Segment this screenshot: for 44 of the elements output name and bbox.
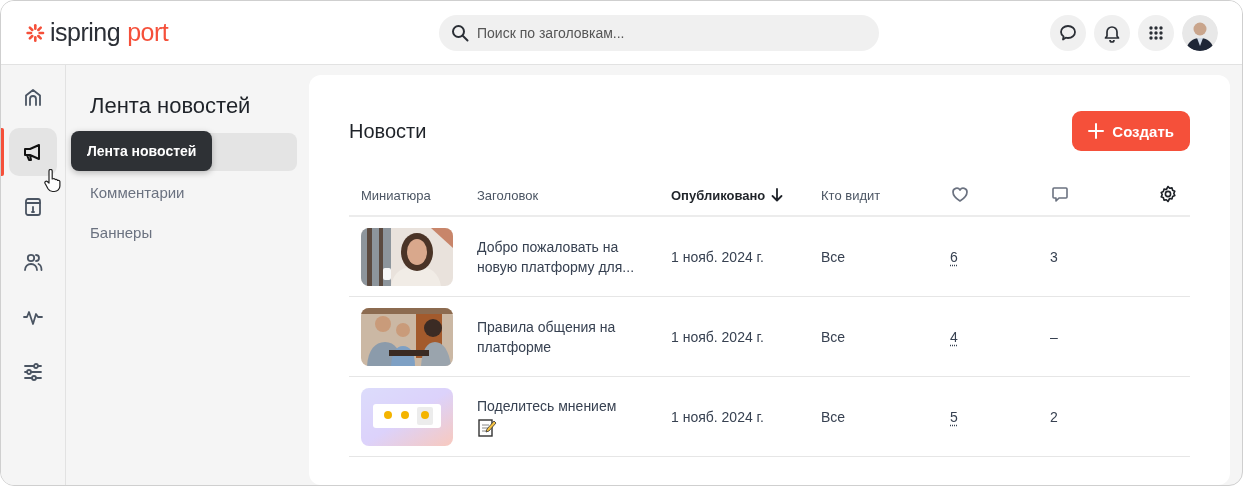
avatar[interactable] bbox=[1182, 14, 1218, 51]
audience-cell: Все bbox=[809, 216, 938, 297]
news-title[interactable]: Поделитесь мнением bbox=[477, 395, 647, 416]
info-icon bbox=[22, 196, 44, 218]
audience-cell: Все bbox=[809, 376, 938, 457]
column-header[interactable]: Кто видит bbox=[821, 187, 881, 203]
hand-cursor-icon bbox=[43, 169, 63, 193]
likes-count[interactable]: 6 bbox=[950, 248, 958, 265]
date-cell: 1 нояб. 2024 г. bbox=[659, 376, 809, 457]
column-header[interactable]: Заголовок bbox=[477, 187, 539, 203]
nav-button[interactable] bbox=[9, 128, 57, 176]
tooltip: Лента новостей bbox=[71, 131, 213, 171]
logo-icon bbox=[25, 22, 45, 43]
date-cell: 1 нояб. 2024 г. bbox=[659, 296, 809, 377]
likes-count[interactable]: 4 bbox=[950, 328, 958, 345]
sidebar-item[interactable]: Баннеры bbox=[74, 213, 297, 251]
chat-button[interactable] bbox=[1050, 14, 1086, 51]
search-field[interactable]: Поиск по заголовкам... bbox=[439, 14, 879, 51]
sort-arrow-icon[interactable] bbox=[771, 188, 784, 202]
column-header[interactable]: Опубликовано bbox=[671, 187, 766, 203]
comments-count: 2 bbox=[1038, 376, 1138, 457]
comments-count: 3 bbox=[1038, 216, 1138, 297]
active-indicator bbox=[1, 128, 4, 176]
chat-icon bbox=[1058, 22, 1078, 43]
home-icon bbox=[22, 86, 44, 108]
likes-count[interactable]: 5 bbox=[950, 408, 958, 425]
sliders-icon bbox=[22, 361, 44, 383]
audience-cell: Все bbox=[809, 296, 938, 377]
people-icon bbox=[22, 251, 44, 273]
page-title: Новости bbox=[349, 119, 427, 143]
news-title[interactable]: Добро пожаловать на новую платформу для... bbox=[477, 236, 647, 277]
plus-icon bbox=[1088, 123, 1105, 139]
settings-icon[interactable] bbox=[1158, 183, 1178, 204]
apps-button[interactable] bbox=[1138, 14, 1174, 51]
bell-button[interactable] bbox=[1094, 14, 1130, 51]
search-icon bbox=[451, 23, 469, 42]
date-cell: 1 нояб. 2024 г. bbox=[659, 216, 809, 297]
sidebar-item[interactable]: Комментарии bbox=[74, 173, 297, 211]
logo-text: port bbox=[127, 18, 169, 47]
sidebar-title: Лента новостей bbox=[90, 93, 252, 119]
logo-text: ispring bbox=[50, 18, 121, 47]
comments-count: – bbox=[1038, 296, 1138, 377]
news-title[interactable]: Правила общения на платформе bbox=[477, 316, 647, 357]
column-header[interactable]: Миниатюра bbox=[361, 187, 431, 203]
